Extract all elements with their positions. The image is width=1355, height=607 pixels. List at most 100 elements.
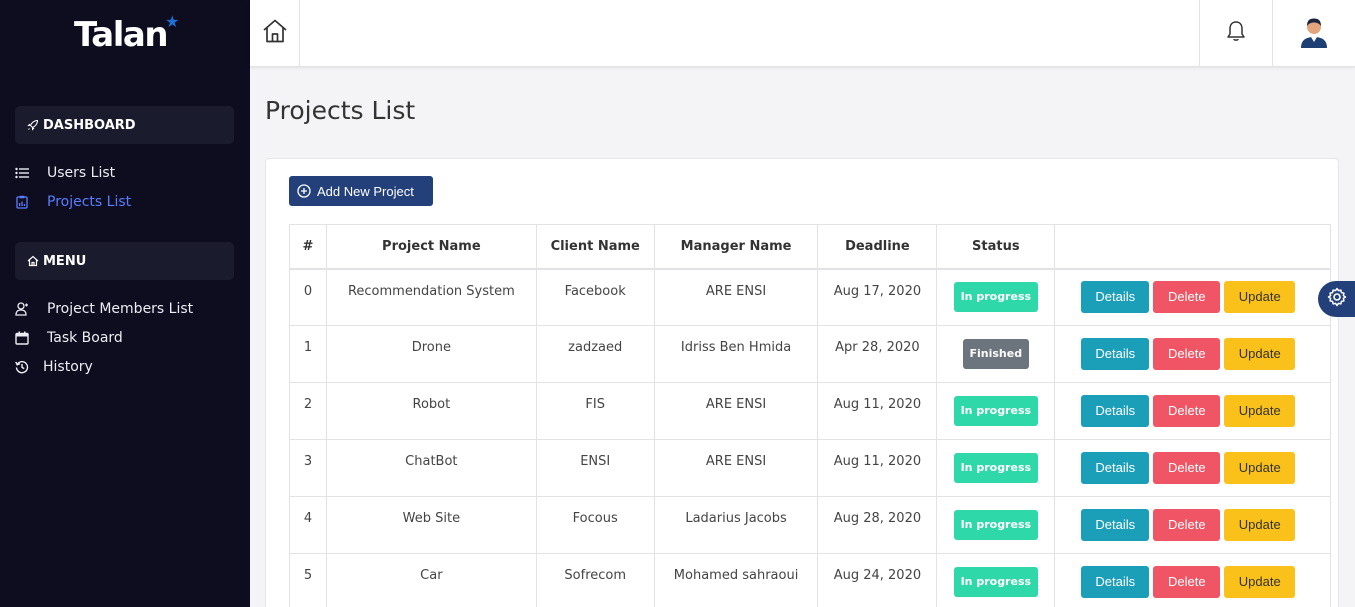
bell-icon (1226, 20, 1246, 46)
notifications-button[interactable] (1199, 0, 1273, 66)
update-button[interactable]: Update (1224, 338, 1296, 370)
user-avatar[interactable] (1299, 16, 1329, 48)
cell-deadline: Aug 11, 2020 (817, 439, 938, 497)
update-button[interactable]: Update (1224, 452, 1296, 484)
column-header-deadline: Deadline (817, 224, 938, 270)
cell-actions: Details Delete Update (1054, 325, 1331, 383)
cell-status: In progress (936, 382, 1056, 440)
cell-status: In progress (936, 553, 1056, 607)
cell-actions: Details Delete Update (1054, 553, 1331, 607)
cell-index: 4 (289, 496, 327, 554)
add-new-project-label: Add New Project (317, 183, 414, 199)
cell-deadline: Apr 28, 2020 (817, 325, 938, 383)
cell-manager-name: ARE ENSI (653, 439, 819, 497)
table-row: 0 Recommendation System Facebook ARE ENS… (289, 268, 1331, 326)
calendar-icon (14, 330, 30, 346)
home-icon (262, 18, 288, 48)
sidebar-item-users-list[interactable]: Users List (14, 162, 115, 184)
column-header-client-name: Client Name (535, 224, 655, 270)
menu-section[interactable]: MENU (15, 242, 234, 280)
update-button[interactable]: Update (1224, 395, 1296, 427)
table-header-row: # Project Name Client Name Manager Name … (289, 224, 1331, 270)
column-header-status: Status (936, 224, 1056, 270)
cell-manager-name: ARE ENSI (653, 268, 819, 326)
cell-client-name: zadzaed (535, 325, 655, 383)
delete-button[interactable]: Delete (1153, 509, 1221, 541)
update-button[interactable]: Update (1224, 281, 1296, 314)
update-button[interactable]: Update (1224, 566, 1296, 598)
gear-icon (1327, 287, 1347, 311)
details-button[interactable]: Details (1081, 395, 1150, 427)
sidebar-item-label: Task Board (47, 330, 123, 346)
cell-deadline: Aug 24, 2020 (817, 553, 938, 607)
sidebar-item-label: Project Members List (47, 301, 194, 317)
settings-toggle[interactable] (1318, 281, 1355, 317)
cell-manager-name: Idriss Ben Hmida (653, 325, 819, 383)
status-badge: In progress (953, 510, 1039, 540)
details-button[interactable]: Details (1081, 452, 1150, 484)
delete-button[interactable]: Delete (1153, 395, 1221, 427)
table-row: 5 Car Sofrecom Mohamed sahraoui Aug 24, … (289, 553, 1331, 607)
cell-index: 5 (289, 553, 327, 607)
cell-actions: Details Delete Update (1054, 382, 1331, 440)
projects-table: # Project Name Client Name Manager Name … (289, 224, 1331, 607)
cell-project-name: Web Site (325, 496, 537, 554)
cell-manager-name: Mohamed sahraoui (653, 553, 819, 607)
add-new-project-button[interactable]: Add New Project (289, 176, 433, 206)
column-header-project-name: Project Name (325, 224, 537, 270)
cell-manager-name: ARE ENSI (653, 382, 819, 440)
delete-button[interactable]: Delete (1153, 566, 1221, 598)
delete-button[interactable]: Delete (1153, 281, 1221, 314)
dashboard-section[interactable]: DASHBOARD (15, 106, 234, 144)
table-row: 2 Robot FIS ARE ENSI Aug 11, 2020 In pro… (289, 382, 1331, 440)
logo-text: Talan (74, 15, 169, 55)
column-header-actions (1054, 224, 1331, 270)
cell-project-name: Car (325, 553, 537, 607)
cell-status: In progress (936, 268, 1056, 326)
table-row: 1 Drone zadzaed Idriss Ben Hmida Apr 28,… (289, 325, 1331, 383)
sidebar-item-task-board[interactable]: Task Board (14, 327, 123, 349)
details-button[interactable]: Details (1081, 338, 1150, 370)
sidebar-item-project-members-list[interactable]: Project Members List (14, 298, 193, 320)
cell-client-name: Facebook (535, 268, 655, 326)
cell-manager-name: Ladarius Jacobs (653, 496, 819, 554)
cell-index: 2 (289, 382, 327, 440)
status-badge: In progress (953, 396, 1039, 426)
user-avatar-icon (1299, 18, 1329, 52)
cell-index: 3 (289, 439, 327, 497)
star-icon: ★ (165, 12, 180, 31)
status-badge: In progress (953, 567, 1039, 597)
home-button[interactable] (250, 0, 300, 66)
menu-label: MENU (43, 253, 87, 269)
list-icon (14, 165, 30, 181)
clipboard-icon (14, 194, 30, 210)
talan-logo[interactable]: Talan ★ (74, 14, 179, 58)
cell-deadline: Aug 28, 2020 (817, 496, 938, 554)
cell-index: 0 (289, 268, 327, 326)
cell-status: Finished (936, 325, 1056, 383)
sidebar: Talan ★ DASHBOARD Users List Projects Li… (0, 0, 250, 607)
cell-actions: Details Delete Update (1054, 439, 1331, 497)
cell-index: 1 (289, 325, 327, 383)
sidebar-item-projects-list[interactable]: Projects List (14, 191, 131, 213)
cell-project-name: Recommendation System (325, 268, 537, 326)
sidebar-item-label: Projects List (47, 194, 132, 210)
column-header-index: # (289, 224, 327, 270)
status-badge: Finished (962, 339, 1030, 369)
status-badge: In progress (953, 282, 1039, 313)
delete-button[interactable]: Delete (1153, 338, 1221, 370)
plus-circle-icon (297, 184, 311, 198)
details-button[interactable]: Details (1081, 281, 1150, 314)
table-row: 4 Web Site Focous Ladarius Jacobs Aug 28… (289, 496, 1331, 554)
details-button[interactable]: Details (1081, 566, 1150, 598)
home-icon (25, 253, 41, 269)
top-bar (250, 0, 1355, 67)
cell-actions: Details Delete Update (1054, 268, 1331, 326)
details-button[interactable]: Details (1081, 509, 1150, 541)
sidebar-item-label: Users List (47, 165, 116, 181)
cell-deadline: Aug 17, 2020 (817, 268, 938, 326)
update-button[interactable]: Update (1224, 509, 1296, 541)
history-icon (14, 359, 30, 375)
delete-button[interactable]: Delete (1153, 452, 1221, 484)
sidebar-item-history[interactable]: History (14, 356, 93, 378)
